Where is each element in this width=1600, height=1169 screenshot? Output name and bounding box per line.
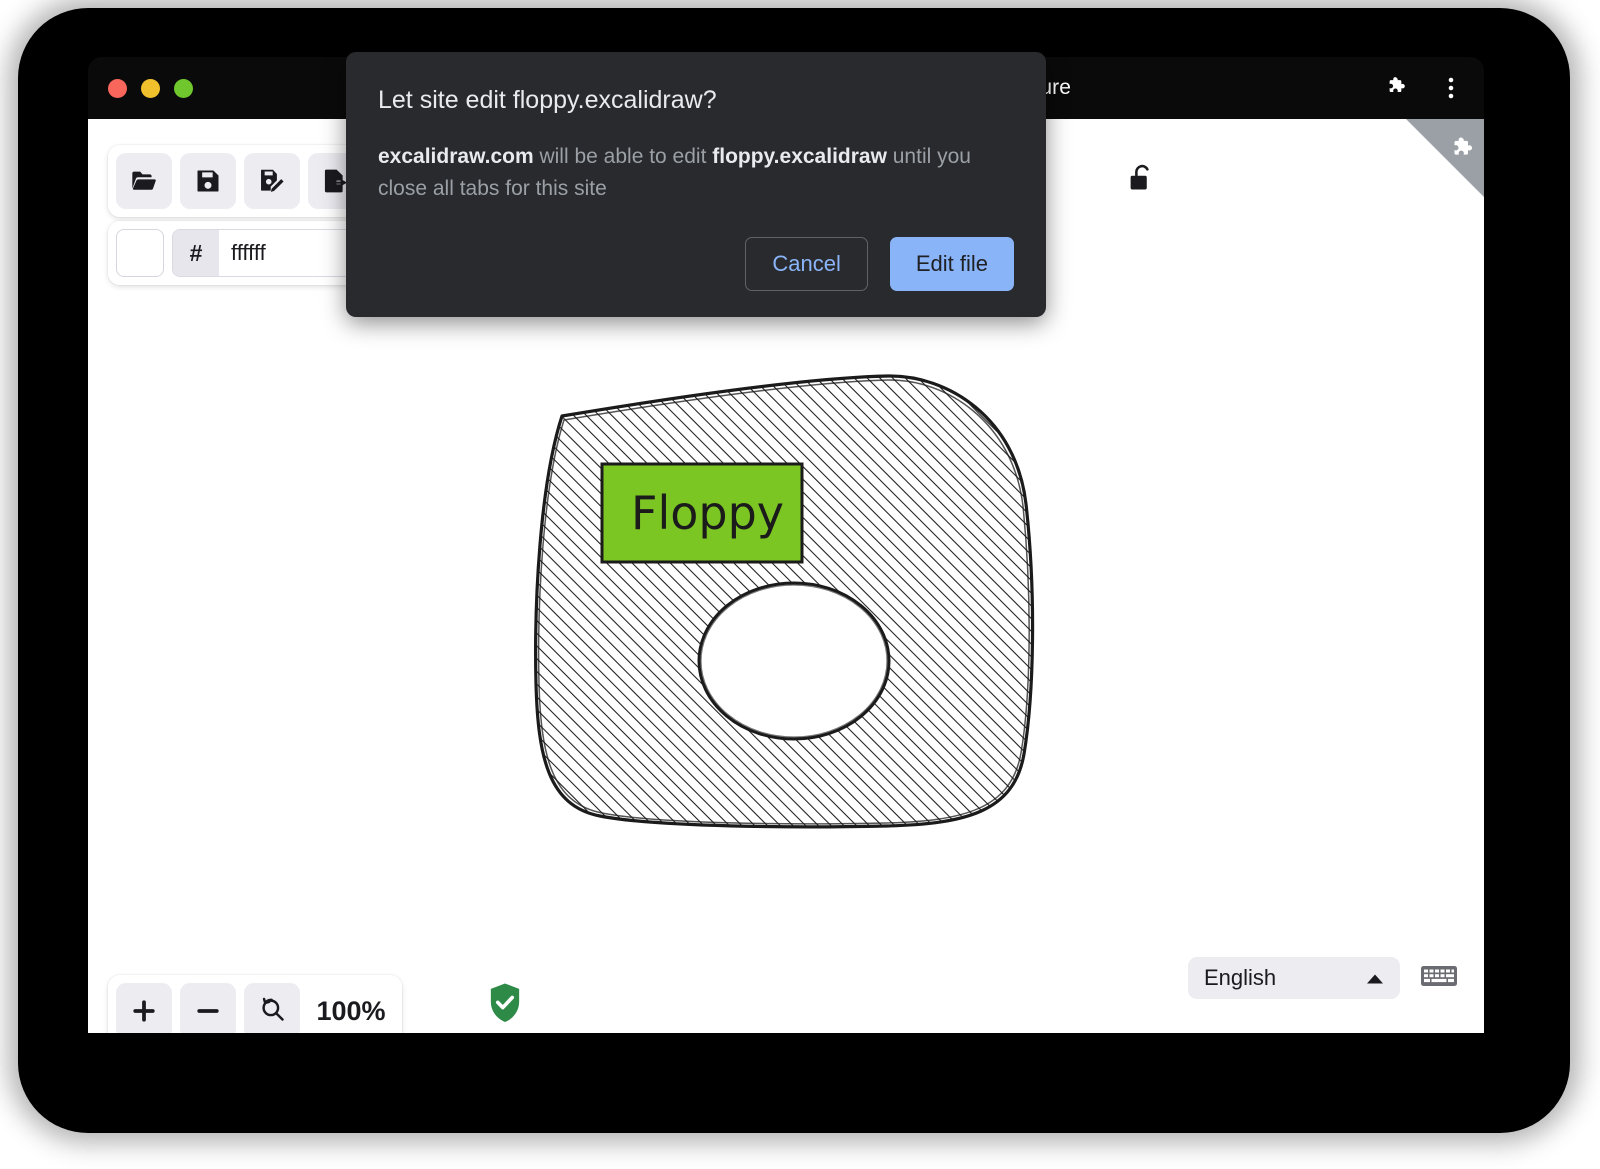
zoom-out-button[interactable]	[180, 983, 236, 1033]
save-as-button[interactable]	[244, 153, 300, 209]
language-select-value: English	[1204, 965, 1276, 991]
close-window-button[interactable]	[108, 79, 127, 98]
hex-color-field: #	[172, 229, 370, 277]
reset-zoom-button[interactable]	[244, 983, 300, 1033]
dialog-title: Let site edit floppy.excalidraw?	[378, 86, 1014, 115]
keyboard-shortcuts-button[interactable]	[1418, 957, 1460, 999]
zoom-in-button[interactable]	[116, 983, 172, 1033]
color-swatch[interactable]	[116, 229, 164, 277]
canvas-lock-toggle[interactable]	[1120, 157, 1162, 199]
language-select[interactable]: English	[1188, 957, 1400, 999]
cancel-button[interactable]: Cancel	[745, 237, 867, 291]
chevron-up-icon	[1366, 965, 1384, 991]
dialog-filename: floppy.excalidraw	[712, 145, 887, 168]
floppy-disk-sketch[interactable]: Floppy	[496, 364, 1056, 834]
extension-corner-ribbon	[1406, 119, 1484, 197]
three-dot-menu-icon[interactable]	[1438, 75, 1464, 101]
screenshot-root: Excalidraw | Hand-drawn look & feel • Co…	[0, 0, 1600, 1169]
footer-right-controls: English	[1188, 957, 1460, 999]
zoom-level-value[interactable]: 100%	[308, 996, 394, 1027]
folder-open-icon	[130, 167, 158, 195]
green-shield-check-icon	[486, 981, 524, 1025]
puzzle-piece-icon	[1448, 135, 1478, 170]
dialog-actions: Cancel Edit file	[378, 237, 1014, 291]
reset-zoom-icon	[258, 995, 286, 1028]
minimize-window-button[interactable]	[141, 79, 160, 98]
hash-prefix-label: #	[173, 230, 219, 276]
save-button[interactable]	[180, 153, 236, 209]
dialog-body-text-1: will be able to edit	[534, 145, 713, 168]
ribbon-triangle	[1406, 119, 1484, 197]
puzzle-piece-icon[interactable]	[1384, 75, 1410, 101]
maximize-window-button[interactable]	[174, 79, 193, 98]
floppy-disk-icon	[194, 167, 222, 195]
floppy-disk-pencil-icon	[258, 167, 286, 195]
floppy-label-text: Floppy	[631, 486, 784, 540]
window-traffic-lights	[108, 79, 193, 98]
file-edit-permission-dialog: Let site edit floppy.excalidraw? excalid…	[346, 52, 1046, 317]
floppy-label: Floppy	[602, 464, 802, 562]
zoom-controls-panel: 100%	[108, 975, 402, 1033]
open-file-button[interactable]	[116, 153, 172, 209]
dialog-origin: excalidraw.com	[378, 145, 534, 168]
dialog-body: excalidraw.com will be able to edit flop…	[378, 141, 1014, 205]
browser-toolbar-right	[1384, 75, 1464, 101]
background-color-row: #	[108, 221, 378, 285]
floppy-hub-hole	[699, 583, 889, 739]
edit-file-button[interactable]: Edit file	[890, 237, 1014, 291]
keyboard-shortcuts-icon	[1420, 962, 1458, 995]
